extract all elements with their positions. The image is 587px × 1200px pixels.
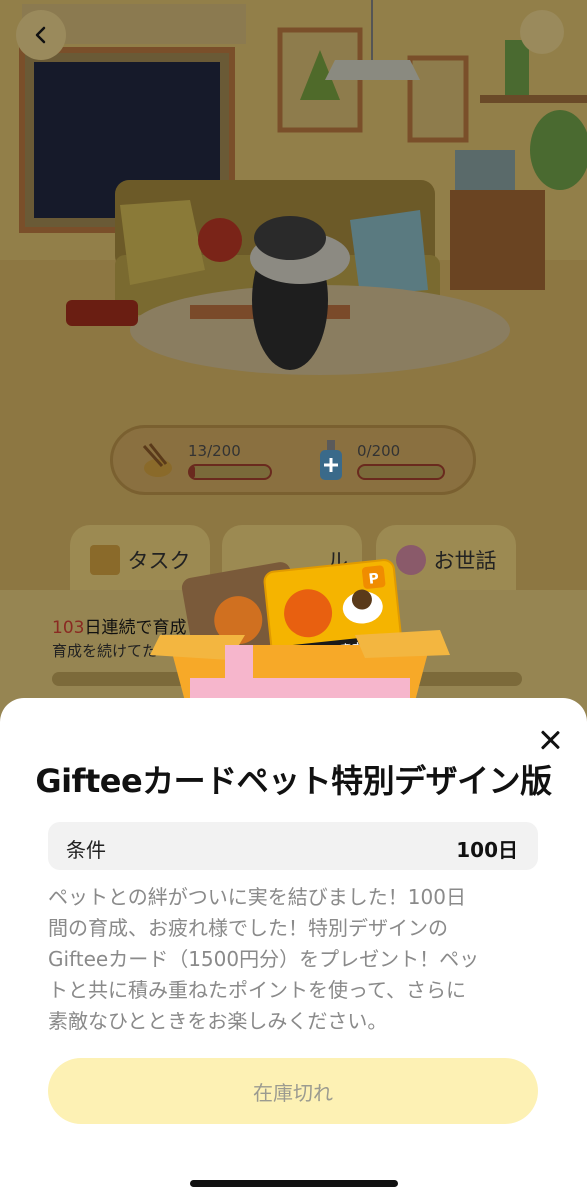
modal-description: ペットとの絆がついに実を結びました！100日 間の育成、お疲れ様でした！特別デザ… [48, 882, 543, 1037]
pet-head [254, 216, 326, 260]
clean-progress-bar [357, 464, 445, 480]
shelf-plant [505, 40, 529, 95]
butterfly-picture [407, 55, 469, 143]
blue-cushion [350, 210, 428, 295]
food-stat-text: 13/200 [188, 442, 241, 460]
flower-vase [198, 218, 242, 262]
red-stool [66, 300, 138, 326]
back-button[interactable] [16, 10, 66, 60]
condition-label: 条件 [66, 838, 106, 862]
food-progress-fill [190, 466, 196, 478]
condition-value: 100日 [456, 838, 518, 862]
food-progress-bar [188, 464, 272, 480]
description-line: 間の育成、お疲れ様でした！特別デザインの [48, 916, 448, 940]
gift-box-graphic: P E-pet育成 [108, 559, 468, 720]
hanging-lamp [325, 60, 420, 80]
chevron-left-icon [35, 26, 46, 44]
soap-bottle-icon [320, 440, 342, 480]
clean-stat-text: 0/200 [357, 442, 401, 460]
cabinet [450, 190, 545, 290]
task-icon [89, 545, 120, 575]
modal-title: Gifteeカードペット特別デザイン版 [35, 762, 552, 800]
yellow-cushion [120, 200, 205, 285]
out-of-stock-button[interactable]: 在庫切れ [48, 1058, 538, 1124]
condition-row: 条件 100日 [48, 822, 538, 870]
task-count: 103 [52, 618, 85, 638]
home-indicator [190, 1180, 398, 1187]
room-settings-button[interactable] [520, 10, 564, 54]
wall-shelf [480, 95, 587, 103]
description-line: Gifteeカード（1500円分）をプレゼント！ペッ [48, 947, 480, 971]
task-subtitle: 育成を続けてた [52, 642, 158, 660]
stacked-books [455, 150, 515, 190]
gift-box-illustration: P E-pet育成 [108, 540, 468, 720]
description-line: 素敵なひとときをお楽しみください。 [48, 1009, 388, 1033]
big-plant [530, 110, 587, 190]
pink-ribbon [190, 678, 410, 700]
points-badge: P [368, 571, 380, 588]
description-line: トと共に積み重ねたポイントを使って、さらに [48, 978, 466, 1002]
description-line: ペットとの絆がついに実を結びました！100日 [48, 885, 466, 909]
close-icon[interactable] [538, 728, 562, 752]
chopsticks-bowl-icon [142, 443, 172, 477]
